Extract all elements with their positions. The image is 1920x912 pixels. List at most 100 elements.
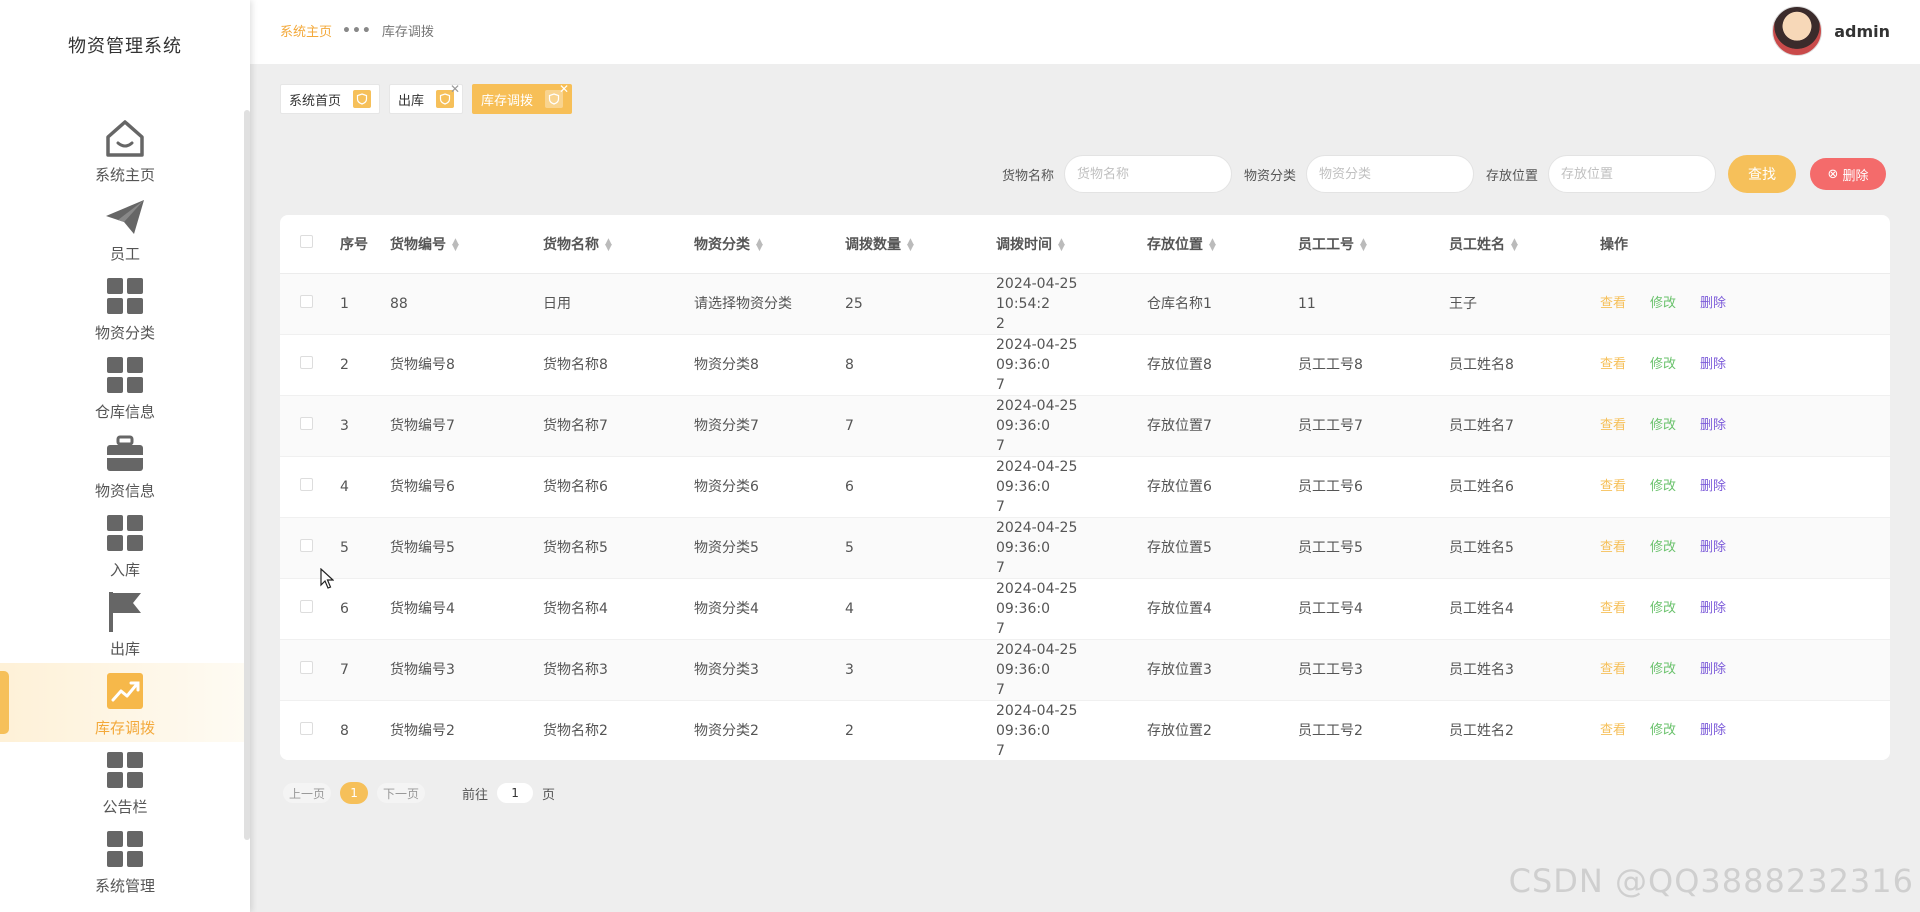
sidebar-item-notice[interactable]: 公告栏	[0, 742, 250, 821]
goods-name-input[interactable]	[1063, 155, 1232, 193]
next-page-button[interactable]: 下一页	[376, 782, 427, 804]
col-header-sortable[interactable]: 员工姓名 ▲ ▼	[1437, 215, 1588, 274]
table-row: 5 货物编号5 货物名称5 物资分类5 5 2024-04-25 09:36:0 7 存放位…	[280, 517, 1890, 579]
breadcrumb-separator: •••	[342, 22, 372, 39]
table-cell: 员工姓名4	[1437, 578, 1588, 640]
grid-icon	[102, 352, 148, 398]
category-input[interactable]	[1305, 155, 1474, 193]
edit-button[interactable]: 修改	[1650, 296, 1676, 311]
sidebar-item-label: 库存调拨	[94, 718, 155, 737]
location-input[interactable]	[1548, 155, 1716, 193]
tab-home[interactable]: 系统首页	[280, 84, 381, 114]
prev-page-button[interactable]: 上一页	[282, 782, 333, 804]
view-button[interactable]: 查看	[1600, 418, 1626, 433]
find-button[interactable]: 查找	[1728, 155, 1796, 193]
view-button[interactable]: 查看	[1600, 357, 1626, 372]
row-checkbox[interactable]	[300, 599, 313, 613]
sort-icon[interactable]: ▲ ▼	[605, 237, 612, 252]
edit-button[interactable]: 修改	[1650, 479, 1676, 494]
col-header-sortable[interactable]: 物资分类 ▲ ▼	[682, 215, 833, 274]
delete-row-button[interactable]: 删除	[1700, 357, 1726, 372]
row-checkbox[interactable]	[300, 477, 313, 491]
delete-row-button[interactable]: 删除	[1700, 662, 1726, 677]
sidebar-item-goods[interactable]: 物资信息	[0, 426, 250, 505]
edit-button[interactable]: 修改	[1650, 418, 1676, 433]
sidebar-item-home[interactable]: 系统主页	[0, 110, 250, 189]
row-checkbox[interactable]	[300, 416, 313, 430]
sort-icon[interactable]: ▲ ▼	[1058, 237, 1065, 252]
sort-icon[interactable]: ▲ ▼	[1360, 237, 1367, 252]
edit-button[interactable]: 修改	[1650, 723, 1676, 738]
col-header-sortable[interactable]: 货物编号 ▲ ▼	[378, 215, 531, 274]
sidebar-item-employee[interactable]: 员工	[0, 189, 250, 268]
search-label-location: 存放位置	[1485, 168, 1538, 184]
sidebar-item-transfer[interactable]: 库存调拨	[0, 663, 250, 742]
row-checkbox[interactable]	[300, 721, 313, 735]
delete-row-button[interactable]: 删除	[1700, 540, 1726, 555]
table-cell: 存放位置4	[1135, 578, 1286, 640]
col-header-sortable[interactable]: 调拨时间 ▲ ▼	[984, 215, 1135, 274]
select-all-checkbox[interactable]	[300, 235, 313, 249]
table-cell: 员工工号2	[1286, 700, 1437, 760]
sort-icon[interactable]: ▲ ▼	[907, 237, 914, 252]
tab-transfer[interactable]: 库存调拨 ✕	[472, 82, 573, 114]
user-menu[interactable]: admin	[1772, 6, 1890, 56]
col-header-sortable[interactable]: 员工工号 ▲ ▼	[1286, 215, 1437, 274]
sort-icon[interactable]: ▲ ▼	[1511, 237, 1518, 252]
sidebar-item-warehouse[interactable]: 仓库信息	[0, 347, 250, 426]
delete-row-button[interactable]: 删除	[1700, 418, 1726, 433]
view-button[interactable]: 查看	[1600, 479, 1626, 494]
goto-page-input[interactable]: 1	[496, 782, 535, 804]
edit-button[interactable]: 修改	[1650, 662, 1676, 677]
view-button[interactable]: 查看	[1600, 540, 1626, 555]
view-button[interactable]: 查看	[1600, 296, 1626, 311]
tab-label: 出库	[398, 93, 425, 109]
view-button[interactable]: 查看	[1600, 662, 1626, 677]
username[interactable]: admin	[1834, 22, 1890, 41]
sort-icon[interactable]: ▲ ▼	[1209, 237, 1216, 252]
close-icon[interactable]: ✕	[450, 82, 460, 96]
table-cell: 4	[328, 456, 378, 518]
row-checkbox[interactable]	[300, 294, 313, 308]
sort-icon[interactable]: ▲ ▼	[756, 237, 763, 252]
edit-button[interactable]: 修改	[1650, 540, 1676, 555]
view-button[interactable]: 查看	[1600, 601, 1626, 616]
table-body: 1 88 日用 请选择物资分类 25 2024-04-25 10:54:2 2 仓库名称1 1…	[280, 273, 1890, 760]
col-header-sortable[interactable]: 调拨数量 ▲ ▼	[833, 215, 984, 274]
app-title: 物资管理系统	[68, 36, 182, 57]
col-header-sortable[interactable]: 货物名称 ▲ ▼	[531, 215, 682, 274]
edit-button[interactable]: 修改	[1650, 357, 1676, 372]
row-select-cell	[280, 273, 328, 335]
col-header-sortable[interactable]: 存放位置 ▲ ▼	[1135, 215, 1286, 274]
sidebar-item-inbound[interactable]: 入库	[0, 505, 250, 584]
sidebar: 物资管理系统 系统主页 员工 物资分类 仓库信息 物资信息 入库 出库 库存调拨…	[0, 0, 250, 912]
sidebar-scrollbar[interactable]	[244, 110, 250, 840]
briefcase-icon	[102, 431, 148, 477]
sidebar-item-outbound[interactable]: 出库	[0, 584, 250, 663]
edit-button[interactable]: 修改	[1650, 601, 1676, 616]
table-cell: 1	[328, 273, 378, 335]
avatar[interactable]	[1772, 6, 1823, 56]
delete-button[interactable]: ⊗ 删除	[1810, 158, 1886, 190]
breadcrumb-home[interactable]: 系统主页	[280, 21, 332, 40]
delete-row-button[interactable]: 删除	[1700, 723, 1726, 738]
row-checkbox[interactable]	[300, 355, 313, 369]
delete-row-button[interactable]: 删除	[1700, 296, 1726, 311]
row-actions: 查看 修改 删除	[1588, 578, 1890, 640]
tab-outbound[interactable]: 出库 ✕	[389, 82, 464, 114]
search-bar: 货物名称 物资分类 存放位置 查找 ⊗ 删除	[1002, 155, 1886, 193]
table-cell: 员工姓名6	[1437, 456, 1588, 518]
table-cell: 货物编号2	[378, 700, 531, 760]
sidebar-item-category[interactable]: 物资分类	[0, 268, 250, 347]
tab-label: 库存调拨	[481, 93, 534, 109]
sort-icon[interactable]: ▲ ▼	[452, 237, 459, 252]
view-button[interactable]: 查看	[1600, 723, 1626, 738]
delete-row-button[interactable]: 删除	[1700, 479, 1726, 494]
close-icon[interactable]: ✕	[559, 82, 569, 96]
delete-row-button[interactable]: 删除	[1700, 601, 1726, 616]
row-checkbox[interactable]	[300, 660, 313, 674]
page-number-current[interactable]: 1	[340, 782, 369, 804]
row-checkbox[interactable]	[300, 538, 313, 552]
table-cell: 物资分类5	[682, 517, 833, 579]
sidebar-item-system[interactable]: 系统管理	[0, 821, 250, 900]
